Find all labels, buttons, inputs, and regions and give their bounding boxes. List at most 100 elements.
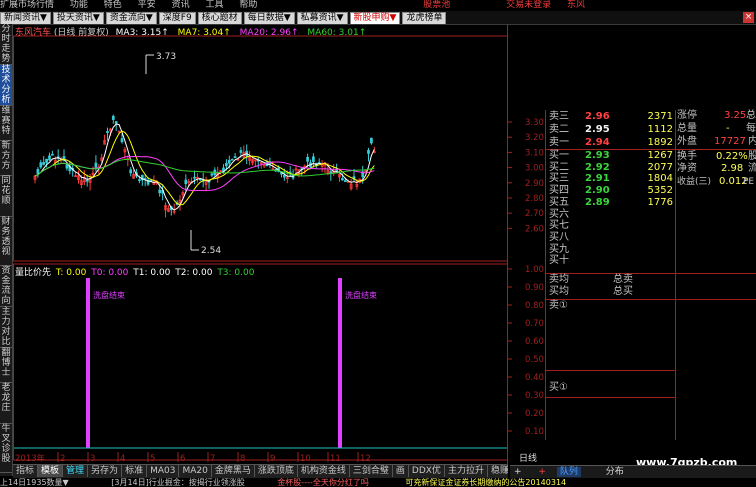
- menu-stock-pool[interactable]: 股票池: [423, 0, 450, 10]
- tab-niucha[interactable]: 牛叉诊股: [0, 424, 12, 473]
- candle-body: [36, 169, 40, 175]
- close-icon[interactable]: ×: [743, 12, 754, 23]
- candle-body: [129, 169, 133, 174]
- month-label: 5: [150, 454, 155, 464]
- indicator-header: 量比价先 T: 0.00 T0: 0.00 T1: 0.00 T2: 0.00 …: [15, 265, 254, 278]
- indicator-tab[interactable]: 标准: [122, 465, 148, 477]
- tab-new-method[interactable]: 新方方: [0, 141, 12, 176]
- plus-button[interactable]: +: [514, 467, 522, 477]
- period-label[interactable]: 日线: [510, 454, 546, 465]
- chart-header: 东风汽车 (日线 前复权) MA3: 3.15↑ MA7: 3.04↑ MA20…: [15, 25, 366, 38]
- month-label: 7: [210, 454, 215, 464]
- ma3-value: MA3: 3.15↑: [115, 28, 169, 38]
- distribution-tab[interactable]: 分布: [606, 467, 624, 477]
- indicator-tab[interactable]: 金牌黑马: [212, 465, 255, 477]
- menu-pingan[interactable]: 平安: [138, 0, 156, 10]
- indicator-tab[interactable]: DDX优: [409, 465, 445, 477]
- indicator-tab[interactable]: 另存为: [88, 465, 123, 477]
- signal-bar: [338, 278, 342, 448]
- indicator-tab[interactable]: MA20: [179, 465, 212, 477]
- price-tick-label: 2.60: [525, 224, 544, 234]
- news-ticker-2[interactable]: 金杯股----全天你分红了吗: [277, 478, 369, 487]
- date-axis: 2013年 2 3 4 5 6 7 8 9 10 11 12: [15, 452, 371, 464]
- price-tick-label: 2.90: [525, 179, 544, 189]
- indicator-tab[interactable]: 模板: [38, 465, 64, 477]
- candle-body: [42, 162, 46, 165]
- moving-average-lines: [34, 123, 375, 211]
- menu-function[interactable]: 功能: [70, 0, 88, 10]
- indicator-t: T: 0.00: [55, 268, 87, 278]
- month-label: 3: [90, 454, 95, 464]
- tab-laolong[interactable]: 老龙庄: [0, 383, 12, 424]
- menu-info[interactable]: 资讯: [172, 0, 190, 10]
- candle-body: [39, 162, 43, 168]
- news-ticker-1[interactable]: [3月14日]行业掘金：按揭行业领涨股: [111, 478, 245, 487]
- low-annotation: 2.54: [190, 230, 221, 256]
- menu-help[interactable]: 帮助: [239, 0, 257, 10]
- news-ticker-3[interactable]: 可充新保证金证券长期缴纳的公告20140314: [405, 478, 566, 487]
- candle-body: [370, 137, 373, 144]
- status-volume: 上14日1935数量▼: [0, 478, 69, 487]
- tab-dr-fan[interactable]: 翻博士: [0, 348, 12, 383]
- indicator-t0: T0: 0.00: [91, 268, 129, 278]
- candle-body: [225, 162, 228, 167]
- indicator-tab[interactable]: 管理: [63, 465, 89, 477]
- candle-body: [114, 121, 118, 124]
- candle-body: [210, 173, 214, 176]
- tab-technical[interactable]: 技术分析: [0, 65, 12, 106]
- candle-body: [120, 138, 124, 143]
- indicator-tab[interactable]: 三剑合璧: [350, 465, 393, 477]
- menu-market[interactable]: 扩展市场行情: [0, 0, 54, 10]
- tab-fund-flow[interactable]: 资金流向: [0, 266, 12, 307]
- tab-finance[interactable]: 财务透视: [0, 217, 12, 266]
- indicator-tab[interactable]: 涨跌顶底: [255, 465, 298, 477]
- indicator-tab[interactable]: 画: [393, 465, 409, 477]
- ma20-value: MA20: 2.96↑: [239, 28, 299, 38]
- candle-body: [94, 162, 98, 168]
- indicator-tick-label: 1.00: [525, 265, 544, 275]
- tab-timeshare[interactable]: 分时走势: [0, 24, 12, 65]
- indicator-tick-label: 0.80: [525, 301, 544, 311]
- indicator-tab[interactable]: 指标: [13, 465, 39, 477]
- month-label: 12: [360, 454, 371, 464]
- tab-tonghuashun[interactable]: 同花顺: [0, 176, 12, 217]
- candle-body: [65, 163, 69, 169]
- high-label: 3.73: [156, 52, 176, 62]
- menu-bar: 扩展市场行情 功能 特色 平安 资讯 工具 帮助 股票池 交易未登录 东风: [0, 0, 756, 11]
- menu-dongfeng[interactable]: 东风: [567, 0, 585, 10]
- tab-weisaite[interactable]: 维赛特: [0, 106, 12, 141]
- month-label: 6: [180, 454, 185, 464]
- candle-body: [233, 156, 237, 159]
- menu-trade-login[interactable]: 交易未登录: [506, 0, 551, 10]
- candle-body: [341, 178, 344, 181]
- indicator-tab[interactable]: 稳赚: [488, 465, 508, 477]
- candle-body: [239, 150, 243, 153]
- indicator-tick-label: 0.90: [525, 283, 544, 293]
- plus-button-2[interactable]: +: [538, 467, 546, 477]
- indicator-name[interactable]: 量比价先: [15, 268, 51, 278]
- candle-body: [227, 160, 231, 164]
- indicator-tab[interactable]: 主力拉升: [445, 465, 488, 477]
- menu-special[interactable]: 特色: [104, 0, 122, 10]
- candle-body: [367, 149, 370, 154]
- indicator-tick-label: 0.60: [525, 337, 544, 347]
- tab-main-compare[interactable]: 主力对比: [0, 307, 12, 348]
- candle-body: [138, 179, 141, 181]
- kline-chart[interactable]: 3.30 3.20 3.10 3.00 2.90 2.80 2.70 2.60 1.00 0.9…: [13, 24, 545, 464]
- indicator-t2: T2: 0.00: [175, 268, 213, 278]
- indicator-tabs: 指标 模板 管理 另存为 标准 MA03 MA20 金牌黑马 涨跌顶底 机构资金线 三剑合璧画 DDX…: [13, 464, 508, 478]
- indicator-tab[interactable]: 机构资金线: [298, 465, 350, 477]
- indicator-tick-label: 0.70: [525, 319, 544, 329]
- candle-body: [193, 176, 196, 179]
- queue-tab[interactable]: 队列: [556, 467, 581, 477]
- indicator-tab[interactable]: MA03: [147, 465, 180, 477]
- candle-body: [346, 181, 350, 184]
- candle-body: [184, 179, 188, 185]
- candle-body: [306, 157, 309, 162]
- menu-tools[interactable]: 工具: [205, 0, 223, 10]
- status-bar: 上14日1935数量▼ [3月14日]行业掘金：按揭行业领涨股 金杯股----全…: [0, 478, 756, 487]
- signal-bar: [86, 278, 90, 448]
- stock-name[interactable]: 东风汽车: [15, 28, 51, 38]
- price-tick-label: 3.20: [525, 133, 544, 143]
- indicator-tick-label: 0.30: [525, 391, 544, 401]
